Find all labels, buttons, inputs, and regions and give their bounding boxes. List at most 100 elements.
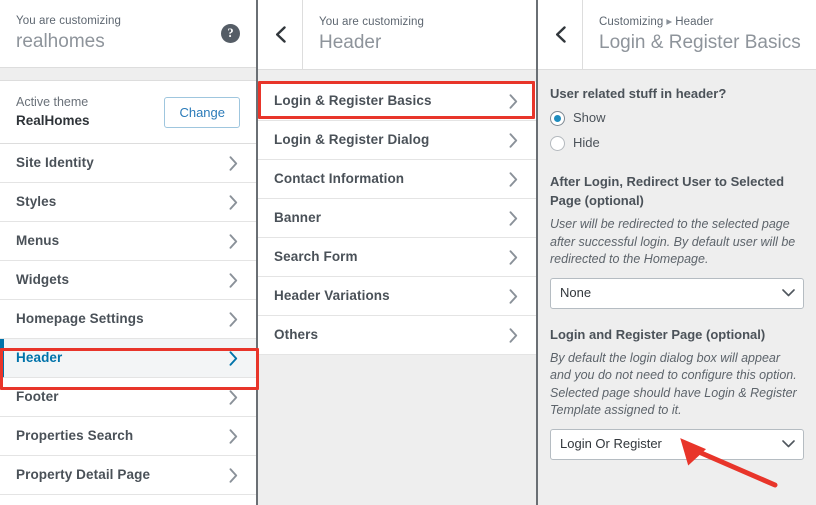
- sidebar-item-label: Menus: [16, 233, 60, 248]
- redirect-page-select[interactable]: None: [550, 277, 804, 309]
- login-register-page-select[interactable]: Login Or Register: [550, 428, 804, 460]
- header-section-panel: You are customizing Header Login & Regis…: [258, 0, 538, 505]
- chevron-right-icon: [229, 155, 238, 171]
- middle-panel-gap: [258, 70, 536, 82]
- chevron-right-icon: [509, 327, 518, 343]
- middle-panel-filler: [258, 355, 536, 505]
- sidebar-item-label: Properties Search: [16, 428, 134, 443]
- chevron-right-icon: [229, 272, 240, 288]
- section-panel-header: Customizing ▸ Header Login & Register Basi…: [538, 0, 816, 70]
- chevron-right-icon: [229, 233, 240, 249]
- sidebar-item-header[interactable]: Header: [0, 339, 256, 378]
- radio-option-hide[interactable]: Hide: [550, 134, 804, 152]
- chevron-right-icon: [229, 389, 238, 405]
- login-register-basics-panel: Customizing ▸ Header Login & Register Basi…: [538, 0, 816, 505]
- chevron-right-icon: [509, 249, 518, 265]
- sidebar-filler: [0, 495, 256, 505]
- sidebar-item-label: Styles: [16, 194, 57, 209]
- header-section-banner[interactable]: Banner: [258, 199, 536, 238]
- header-section-contact-information[interactable]: Contact Information: [258, 160, 536, 199]
- sidebar-item-site-identity[interactable]: Site Identity: [0, 144, 256, 183]
- redirect-description: User will be redirected to the selected …: [550, 217, 796, 266]
- chevron-right-icon: [229, 272, 238, 288]
- header-section-login-register-basics[interactable]: Login & Register Basics: [258, 82, 536, 121]
- header-section-label: Others: [274, 327, 319, 342]
- header-section-label: Login & Register Dialog: [274, 132, 430, 147]
- sidebar-item-label: Widgets: [16, 272, 70, 287]
- chevron-right-icon: [229, 350, 240, 366]
- chevron-right-icon: [229, 311, 238, 327]
- sidebar-item-label: Site Identity: [16, 155, 94, 170]
- header-section-others[interactable]: Others: [258, 316, 536, 355]
- sidebar-header-spacer: [0, 68, 256, 80]
- chevron-right-icon: [229, 350, 238, 366]
- redirect-label: After Login, Redirect User to Selected P…: [550, 174, 785, 208]
- chevron-right-icon: [229, 194, 240, 210]
- chevron-right-icon: [229, 194, 238, 210]
- change-theme-button[interactable]: Change: [164, 96, 240, 128]
- section-breadcrumb: Customizing ▸ Header: [599, 15, 816, 30]
- chevron-right-icon: [229, 389, 240, 405]
- sidebar-site-title: realhomes: [16, 30, 105, 52]
- header-section-label: Contact Information: [274, 171, 405, 186]
- chevron-left-icon: [275, 26, 286, 43]
- chevron-right-icon: [509, 93, 518, 109]
- login-page-label: Login and Register Page (optional): [550, 326, 766, 342]
- wordpress-customizer: You are customizing realhomes ? Active t…: [0, 0, 816, 505]
- sidebar-item-widgets[interactable]: Widgets: [0, 261, 256, 300]
- header-section-label: Search Form: [274, 249, 358, 264]
- sidebar-item-styles[interactable]: Styles: [0, 183, 256, 222]
- sidebar-item-property-detail-page[interactable]: Property Detail Page: [0, 456, 256, 495]
- user-related-label: User related stuff in header?: [550, 86, 727, 101]
- chevron-right-icon: [229, 311, 240, 327]
- radio-hide-icon[interactable]: [550, 135, 565, 151]
- redirect-select-wrap: None: [550, 277, 804, 309]
- chevron-right-icon: [229, 428, 240, 444]
- header-section-login-register-dialog[interactable]: Login & Register Dialog: [258, 121, 536, 160]
- header-section-search-form[interactable]: Search Form: [258, 238, 536, 277]
- chevron-right-icon: [509, 171, 518, 187]
- chevron-right-icon: [509, 132, 520, 148]
- chevron-right-icon: [509, 132, 518, 148]
- header-panel-eyebrow: You are customizing: [319, 15, 425, 28]
- radio-option-show[interactable]: Show: [550, 109, 804, 127]
- customizer-sidebar: You are customizing realhomes ? Active t…: [0, 0, 258, 505]
- chevron-right-icon: [229, 428, 238, 444]
- sidebar-item-homepage-settings[interactable]: Homepage Settings: [0, 300, 256, 339]
- back-to-sidebar-button[interactable]: [258, 0, 303, 69]
- active-theme-row: Active theme RealHomes Change: [0, 80, 256, 144]
- radio-show-icon[interactable]: [550, 110, 565, 126]
- sidebar-eyebrow: You are customizing: [16, 14, 122, 27]
- chevron-right-icon: [509, 327, 520, 343]
- back-to-header-button[interactable]: [538, 0, 583, 69]
- header-panel-header: You are customizing Header: [258, 0, 536, 70]
- chevron-right-icon: [229, 155, 240, 171]
- control-login-register-page: Login and Register Page (optional) By de…: [550, 325, 804, 460]
- sidebar-item-menus[interactable]: Menus: [0, 222, 256, 261]
- chevron-right-icon: [509, 210, 520, 226]
- sidebar-item-properties-search[interactable]: Properties Search: [0, 417, 256, 456]
- header-section-label: Header Variations: [274, 288, 390, 303]
- header-panel-title: Header: [319, 31, 382, 53]
- sidebar-item-label: Property Detail Page: [16, 467, 151, 482]
- control-after-login-redirect: After Login, Redirect User to Selected P…: [550, 172, 804, 309]
- sidebar-nav-list: Site Identity Styles Menus Widgets Homepage …: [0, 144, 256, 495]
- active-theme-label: Active theme: [16, 95, 89, 109]
- chevron-right-icon: [229, 467, 240, 483]
- breadcrumb-parent: Header: [675, 15, 714, 28]
- sidebar-item-footer[interactable]: Footer: [0, 378, 256, 417]
- chevron-right-icon: [229, 233, 238, 249]
- radio-hide-label: Hide: [573, 135, 600, 150]
- chevron-right-icon: [509, 288, 518, 304]
- sidebar-item-label: Footer: [16, 389, 59, 404]
- login-page-select-wrap: Login Or Register: [550, 428, 804, 460]
- section-controls: User related stuff in header? Show Hide …: [538, 70, 816, 505]
- sidebar-item-label: Homepage Settings: [16, 311, 144, 326]
- header-section-label: Banner: [274, 210, 322, 225]
- header-section-label: Login & Register Basics: [274, 93, 432, 108]
- login-page-description: By default the login dialog box will app…: [550, 350, 797, 418]
- help-circle-icon[interactable]: ?: [221, 24, 240, 43]
- header-section-header-variations[interactable]: Header Variations: [258, 277, 536, 316]
- breadcrumb-separator-icon: ▸: [666, 15, 673, 28]
- chevron-right-icon: [509, 210, 518, 226]
